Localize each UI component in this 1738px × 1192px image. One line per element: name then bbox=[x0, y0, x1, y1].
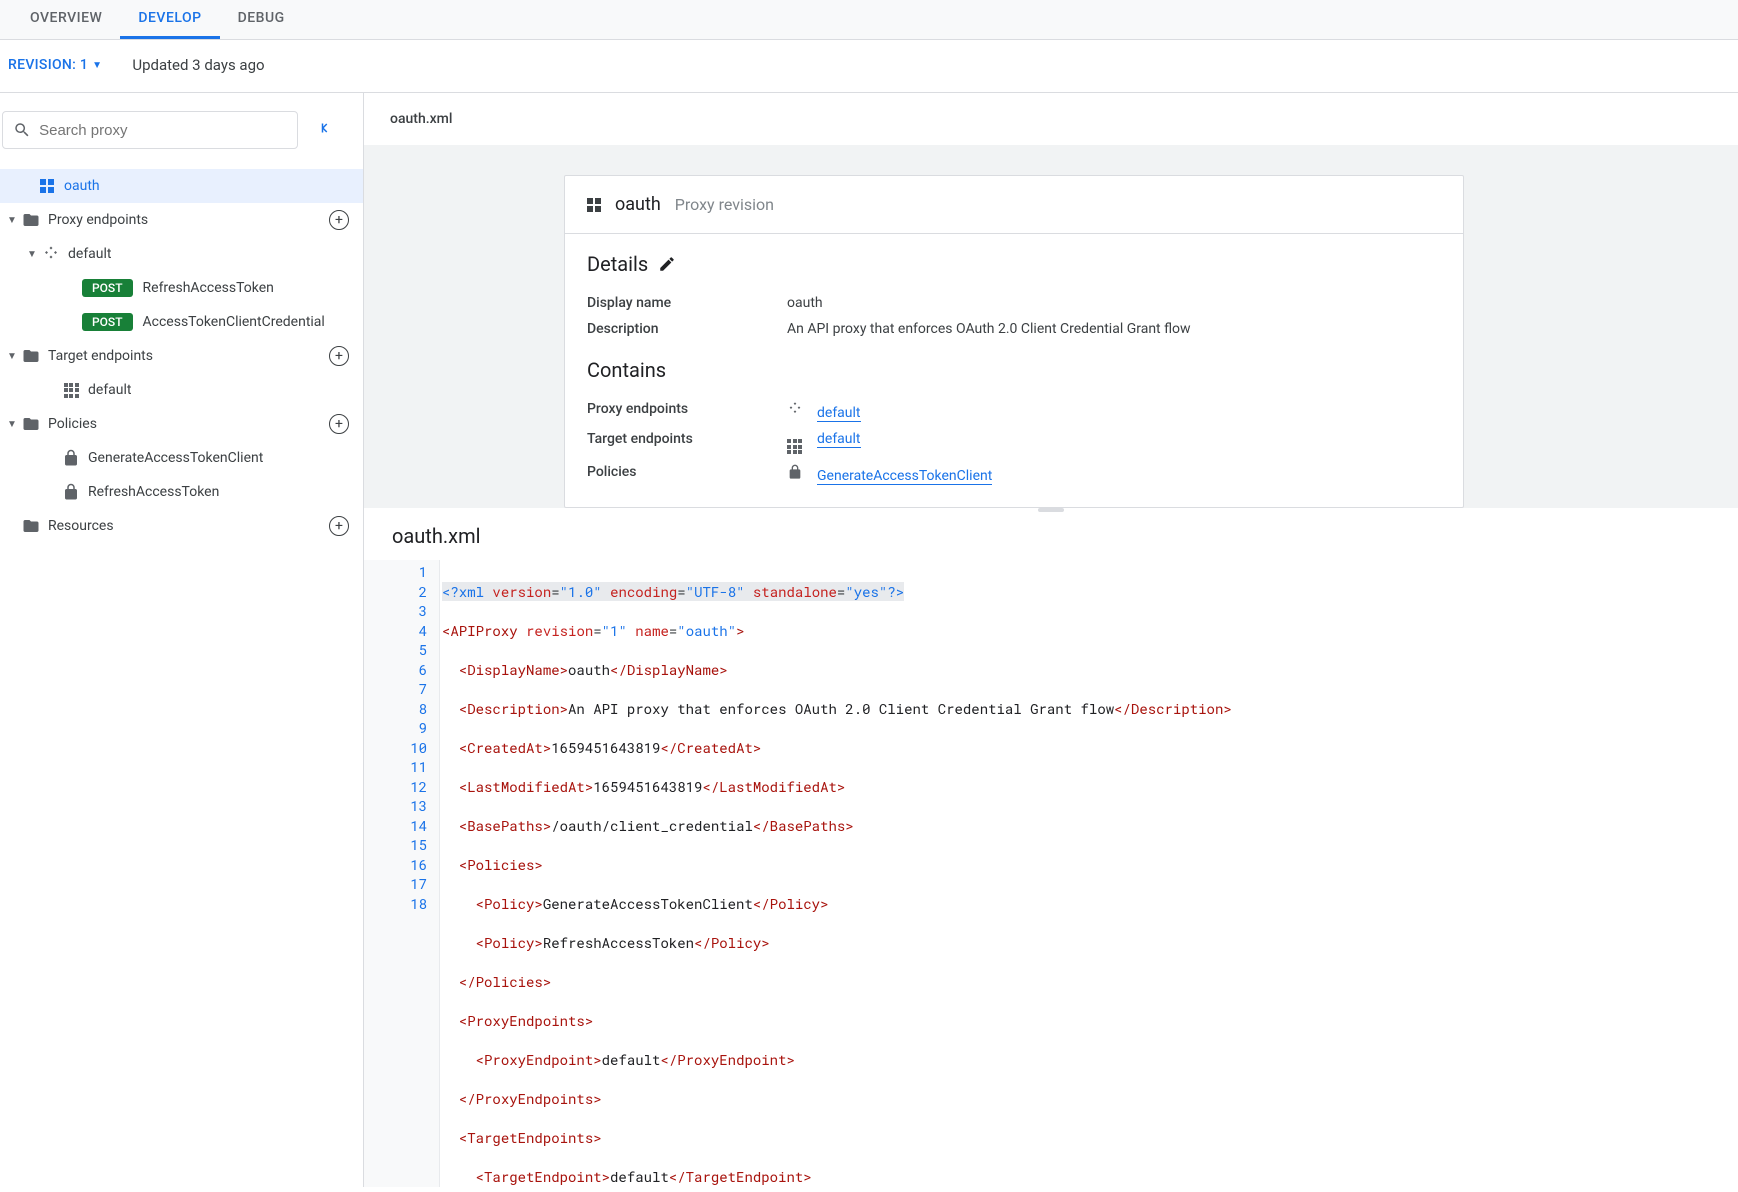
updated-text: Updated 3 days ago bbox=[132, 56, 264, 74]
add-policy-button[interactable]: + bbox=[329, 414, 349, 434]
tab-overview[interactable]: OVERVIEW bbox=[12, 0, 120, 39]
chevron-down-icon: ▼ bbox=[92, 60, 102, 71]
search-icon bbox=[13, 120, 31, 140]
editor-filename: oauth.xml bbox=[364, 512, 1738, 560]
caret-down-icon: ▼ bbox=[2, 351, 22, 362]
proxy-icon bbox=[38, 177, 56, 195]
tree-proxy-endpoints[interactable]: ▼ Proxy endpoints + bbox=[0, 203, 363, 237]
row-policies: Policies GenerateAccessTokenClient bbox=[587, 459, 1441, 489]
method-badge: POST bbox=[82, 279, 133, 297]
details-card: oauth Proxy revision Details Display nam… bbox=[564, 175, 1464, 508]
revision-label: REVISION: 1 bbox=[8, 57, 88, 73]
folder-icon bbox=[22, 347, 40, 365]
sidebar: oauth ▼ Proxy endpoints + ▼ default POST… bbox=[0, 93, 364, 1187]
tree-policy-refresh[interactable]: RefreshAccessToken bbox=[0, 475, 363, 509]
lock-icon bbox=[787, 464, 807, 480]
edit-icon[interactable] bbox=[658, 255, 676, 273]
card-subtitle: Proxy revision bbox=[675, 195, 774, 214]
tree-flow-access[interactable]: POST AccessTokenClientCredential bbox=[0, 305, 363, 339]
overview-area: oauth Proxy revision Details Display nam… bbox=[364, 145, 1738, 508]
row-description: Description An API proxy that enforces O… bbox=[587, 316, 1441, 342]
add-target-endpoint-button[interactable]: + bbox=[329, 346, 349, 366]
caret-down-icon: ▼ bbox=[2, 419, 22, 430]
folder-icon bbox=[22, 517, 40, 535]
method-badge: POST bbox=[82, 313, 133, 331]
row-target-endpoints: Target endpoints default bbox=[587, 426, 1441, 459]
caret-down-icon: ▼ bbox=[2, 215, 22, 226]
contains-heading: Contains bbox=[587, 358, 1441, 382]
code-body[interactable]: <?xml version="1.0" encoding="UTF-8" sta… bbox=[440, 560, 1232, 1187]
tree-target-endpoints[interactable]: ▼ Target endpoints + bbox=[0, 339, 363, 373]
row-display-name: Display name oauth bbox=[587, 290, 1441, 316]
add-proxy-endpoint-button[interactable]: + bbox=[329, 210, 349, 230]
tree: oauth ▼ Proxy endpoints + ▼ default POST… bbox=[0, 169, 363, 543]
file-header: oauth.xml bbox=[364, 93, 1738, 145]
proxy-name: oauth bbox=[615, 194, 661, 215]
policy-link[interactable]: GenerateAccessTokenClient bbox=[817, 468, 992, 485]
lock-icon bbox=[62, 483, 80, 501]
tree-policy-generate[interactable]: GenerateAccessTokenClient bbox=[0, 441, 363, 475]
search-box[interactable] bbox=[2, 111, 298, 149]
details-heading: Details bbox=[587, 252, 1441, 276]
tree-flow-refresh[interactable]: POST RefreshAccessToken bbox=[0, 271, 363, 305]
grid-icon bbox=[787, 439, 807, 454]
revision-dropdown[interactable]: REVISION: 1 ▼ bbox=[8, 57, 102, 73]
tree-root-oauth[interactable]: oauth bbox=[0, 169, 363, 203]
tree-te-default[interactable]: default bbox=[0, 373, 363, 407]
tab-develop[interactable]: DEVELOP bbox=[120, 0, 219, 39]
code-editor[interactable]: 123456789101112131415161718 <?xml versio… bbox=[364, 560, 1738, 1187]
card-header: oauth Proxy revision bbox=[565, 176, 1463, 234]
caret-down-icon: ▼ bbox=[22, 249, 42, 260]
tab-debug[interactable]: DEBUG bbox=[220, 0, 303, 39]
folder-icon bbox=[22, 415, 40, 433]
search-input[interactable] bbox=[39, 122, 287, 139]
add-resource-button[interactable]: + bbox=[329, 516, 349, 536]
line-gutter: 123456789101112131415161718 bbox=[364, 560, 440, 1187]
lock-icon bbox=[62, 449, 80, 467]
grid-icon bbox=[62, 381, 80, 399]
te-link[interactable]: default bbox=[817, 431, 861, 448]
collapse-sidebar-icon[interactable] bbox=[318, 119, 336, 142]
folder-icon bbox=[22, 211, 40, 229]
tree-policies[interactable]: ▼ Policies + bbox=[0, 407, 363, 441]
proxy-icon bbox=[587, 198, 601, 212]
pe-link[interactable]: default bbox=[817, 405, 861, 422]
flow-icon bbox=[42, 245, 60, 263]
content: oauth.xml oauth Proxy revision Details D… bbox=[364, 93, 1738, 1187]
tree-resources[interactable]: ▼ Resources + bbox=[0, 509, 363, 543]
top-tabs: OVERVIEW DEVELOP DEBUG bbox=[0, 0, 1738, 40]
revision-bar: REVISION: 1 ▼ Updated 3 days ago bbox=[0, 40, 1738, 93]
row-proxy-endpoints: Proxy endpoints default bbox=[587, 396, 1441, 426]
flow-icon bbox=[787, 401, 807, 417]
tree-pe-default[interactable]: ▼ default bbox=[0, 237, 363, 271]
